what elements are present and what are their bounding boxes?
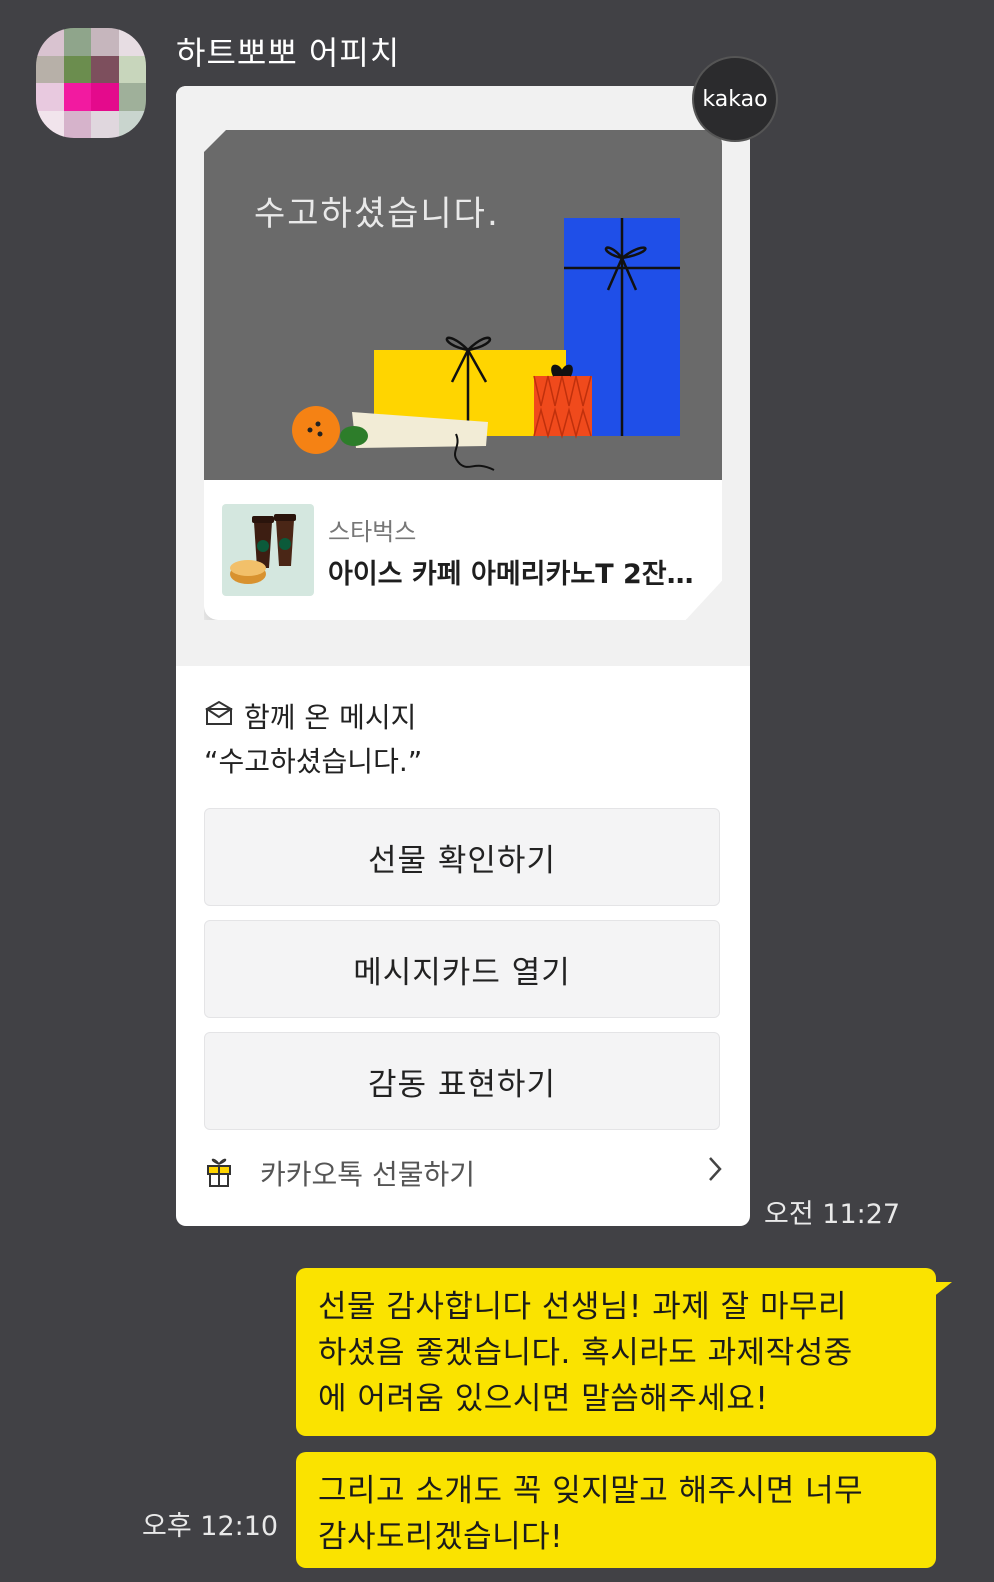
message-line: 선물 감사합니다 선생님! 과제 잘 마무리 [318, 1289, 848, 1325]
presents-illustration [292, 218, 680, 471]
chevron-right-icon [706, 1154, 724, 1188]
kakao-badge: kakao [692, 56, 778, 142]
product-name: 아이스 카페 아메리카노T 2잔… [328, 559, 694, 590]
gift-ticket[interactable]: 수고하셨습니다. 스타벅스 아이스 카페 아메리카노T 2잔… [204, 130, 722, 620]
attached-message: 함께 온 메시지 “수고하셨습니다.” [204, 696, 422, 780]
open-message-card-button[interactable]: 메시지카드 열기 [204, 920, 720, 1018]
message-line: 감사도리겠습니다! [318, 1519, 564, 1555]
product-brand: 스타벅스 [328, 518, 417, 546]
sent-timestamp: 오후 12:10 [142, 1511, 279, 1542]
gift-link-label: 카카오톡 선물하기 [260, 1158, 475, 1191]
message-body: “수고하셨습니다.” [204, 745, 423, 778]
message-title-label: 함께 온 메시지 [244, 701, 417, 734]
sent-message-bubble[interactable]: 선물 감사합니다 선생님! 과제 잘 마무리 하셨음 좋겠습니다. 혹시라도 과… [296, 1268, 952, 1436]
gift-card[interactable]: 수고하셨습니다. 스타벅스 아이스 카페 아메리카노T 2잔… 함께 온 메시지… [176, 86, 750, 1226]
envelope-icon [204, 700, 234, 733]
sender-avatar[interactable] [36, 28, 146, 138]
product-thumbnail [222, 504, 314, 596]
received-timestamp: 오전 11:27 [764, 1199, 901, 1230]
kakaotalk-gift-link[interactable]: 카카오톡 선물하기 [204, 1148, 724, 1198]
message-line: 에 어려움 있으시면 말씀해주세요! [318, 1381, 769, 1417]
gift-box-icon [204, 1154, 234, 1192]
express-thanks-button[interactable]: 감동 표현하기 [204, 1032, 720, 1130]
message-title: 함께 온 메시지 [204, 696, 422, 736]
sent-message-bubble[interactable]: 그리고 소개도 꼭 잊지말고 해주시면 너무 감사도리겠습니다! [296, 1452, 936, 1568]
coffee-cups-image [230, 514, 296, 584]
card-art-text: 수고하셨습니다. [254, 194, 500, 234]
message-line: 그리고 소개도 꼭 잊지말고 해주시면 너무 [318, 1473, 864, 1509]
sender-name: 하트뽀뽀 어피치 [176, 34, 401, 72]
message-line: 하셨음 좋겠습니다. 혹시라도 과제작성중 [318, 1335, 853, 1371]
product-row[interactable]: 스타벅스 아이스 카페 아메리카노T 2잔… [204, 480, 722, 620]
gift-illustration: 수고하셨습니다. [204, 130, 722, 480]
check-gift-button[interactable]: 선물 확인하기 [204, 808, 720, 906]
